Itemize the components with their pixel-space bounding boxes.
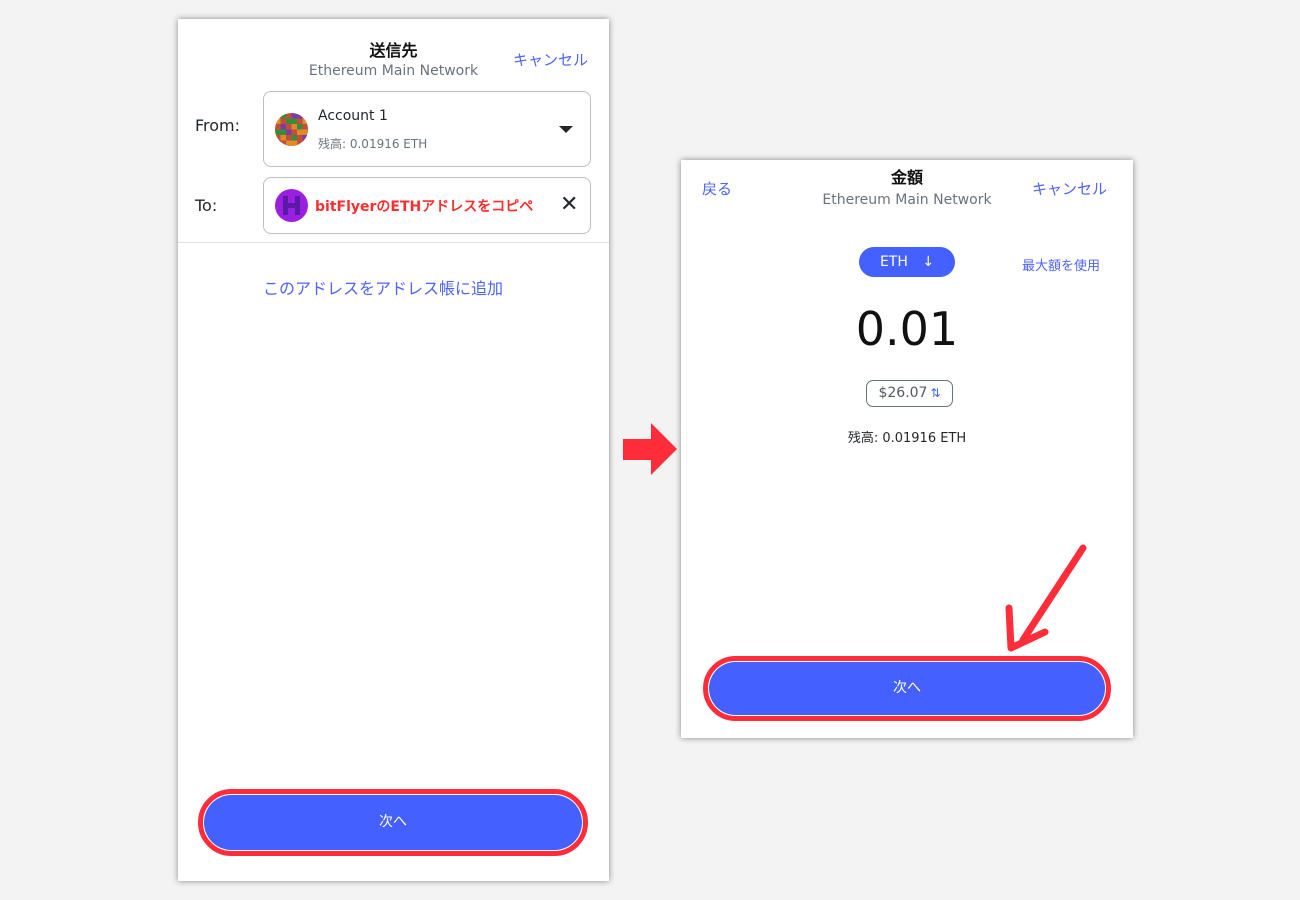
from-account-selector[interactable]: Account 1 残高: 0.01916 ETH — [263, 91, 591, 167]
fiat-value: $26.07 — [878, 385, 928, 401]
cancel-button[interactable]: キャンセル — [1032, 178, 1107, 199]
caret-down-icon[interactable] — [559, 126, 573, 133]
send-screen: 送信先 Ethereum Main Network キャンセル From: Ac… — [178, 19, 609, 881]
amount-value[interactable]: 0.01 — [681, 302, 1133, 356]
to-address-value: bitFlyerのETHアドレスをコピペ — [315, 199, 534, 215]
to-label: To: — [195, 196, 218, 215]
swap-icon: ⇅ — [930, 386, 941, 400]
close-icon[interactable]: ✕ — [560, 194, 578, 216]
from-label: From: — [195, 116, 241, 135]
right-arrow-annotation — [623, 423, 677, 475]
balance-text: 残高: 0.01916 ETH — [847, 431, 967, 446]
cancel-button[interactable]: キャンセル — [513, 49, 588, 70]
account-name: Account 1 — [318, 108, 388, 124]
diagonal-arrow-annotation — [1005, 544, 1087, 652]
recipient-avatar — [275, 189, 308, 222]
to-address-field[interactable]: bitFlyerのETHアドレスをコピペ ✕ — [263, 177, 591, 234]
arrow-down-icon: ↓ — [922, 254, 935, 270]
next-button[interactable]: 次へ — [204, 795, 582, 850]
divider — [178, 242, 609, 243]
account-balance: 残高: 0.01916 ETH — [318, 137, 428, 151]
add-to-address-book-link[interactable]: このアドレスをアドレス帳に追加 — [263, 275, 503, 299]
currency-toggle[interactable]: ETH ↓ — [859, 247, 955, 277]
currency-label: ETH — [879, 254, 908, 270]
account-avatar — [275, 113, 308, 146]
fiat-conversion[interactable]: $26.07 ⇅ — [866, 380, 953, 407]
next-button[interactable]: 次へ — [709, 662, 1105, 715]
use-max-button[interactable]: 最大額を使用 — [1022, 255, 1100, 274]
